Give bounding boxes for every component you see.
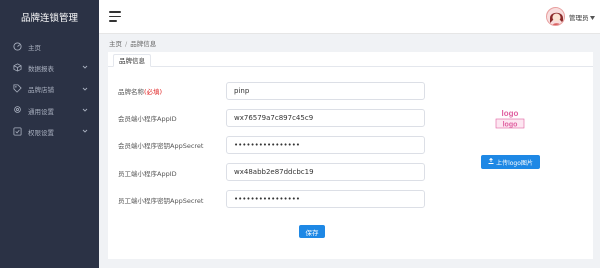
staff-appid-label: 员工端小程序AppID [118,170,177,178]
required-note: (必填) [144,88,163,96]
tag-icon [12,84,22,94]
sidebar-item-reports[interactable]: 数据报表 [0,57,99,78]
field-label: 品牌名称 [118,88,144,96]
breadcrumb-separator: / [125,40,128,48]
brand-name-input[interactable] [226,82,425,100]
sidebar-item-label: 主页 [28,43,41,52]
sidebar-item-permissions[interactable]: 权限设置 [0,121,99,142]
chevron-down-icon [82,107,88,113]
staff-secret-input[interactable]: •••••••••••••••• [226,190,425,208]
avatar[interactable] [546,7,565,26]
member-secret-input[interactable]: •••••••••••••••• [226,136,425,154]
menu-toggle-icon[interactable] [109,11,121,22]
chevron-down-icon [82,128,88,134]
sidebar-item-stores[interactable]: 品牌店铺 [0,79,99,100]
sidebar-item-label: 品牌店铺 [28,86,54,95]
chevron-down-icon [82,86,88,92]
checkbox-icon [12,126,22,136]
member-appid-input[interactable] [226,109,425,127]
sidebar-menu: 主页 数据报表 品牌店铺 通用设置 权限设置 [0,36,99,142]
caret-down-icon[interactable] [590,14,595,20]
brand-info-card: 品牌信息 品牌名称(必填) 会员端小程序AppID 会员端小程序密钥AppSec… [108,52,593,259]
gear-icon [12,105,22,115]
sidebar-item-label: 通用设置 [28,107,54,116]
dashboard-icon [12,41,22,51]
staff-appid-input[interactable] [226,163,425,181]
tab-bar: 品牌信息 [108,52,593,67]
tab-brand-info[interactable]: 品牌信息 [113,54,151,67]
logo-text-bottom: logo [503,121,518,128]
breadcrumb-home[interactable]: 主页 [109,40,122,48]
brand-name-label: 品牌名称(必填) [118,86,162,96]
sidebar-item-settings[interactable]: 通用设置 [0,100,99,121]
logo-image: logo logo [492,108,528,130]
member-appid-label: 会员端小程序AppID [118,115,177,123]
cube-icon [12,62,22,72]
breadcrumb-current: 品牌信息 [130,40,157,48]
logo-text-top: logo [502,109,519,118]
member-secret-label: 会员端小程序密钥AppSecret [118,142,204,150]
upload-logo-button[interactable]: 上传logo图片 [481,155,540,169]
user-name[interactable]: 管理员 [569,12,589,22]
upload-logo-label: 上传logo图片 [496,159,533,167]
sidebar-item-home[interactable]: 主页 [0,36,99,57]
sidebar-item-label: 权限设置 [28,128,54,137]
app-title: 品牌连锁管理 [20,13,78,24]
sidebar-item-label: 数据报表 [28,64,54,73]
breadcrumb: 主页 / 品牌信息 [109,38,156,48]
chevron-down-icon [82,64,88,70]
top-header: 管理员 [99,0,600,34]
staff-secret-label: 员工端小程序密钥AppSecret [118,197,204,205]
sidebar: 品牌连锁管理 主页 数据报表 品牌店铺 通用设置 权限设置 [0,0,99,268]
upload-icon [488,157,494,166]
save-button[interactable]: 保存 [299,225,325,238]
